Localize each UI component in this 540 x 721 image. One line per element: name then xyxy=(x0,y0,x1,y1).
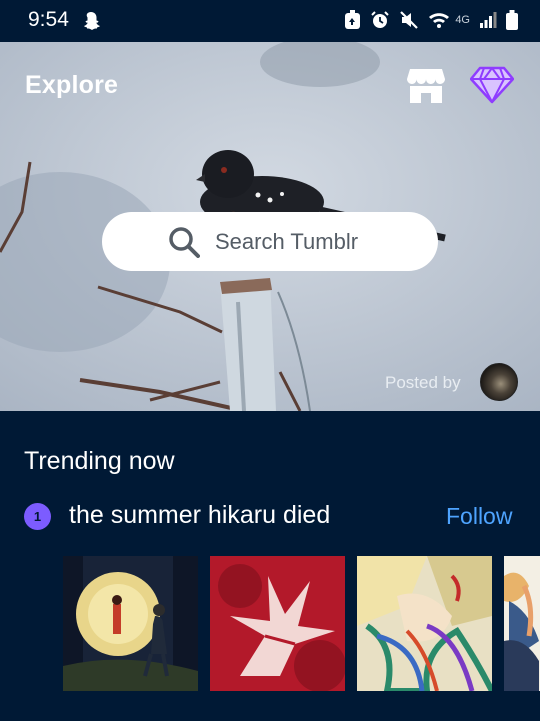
mute-icon xyxy=(400,11,419,29)
status-icons: 4G xyxy=(344,10,518,30)
forest-light-artwork xyxy=(63,556,198,691)
search-icon xyxy=(169,227,200,258)
posted-by-label: Posted by xyxy=(385,373,461,392)
colorful-portrait-artwork xyxy=(357,556,492,691)
premium-button[interactable] xyxy=(469,66,515,104)
storefront-icon xyxy=(407,69,445,103)
signal-icon xyxy=(480,12,497,28)
battery-saver-icon xyxy=(345,10,361,29)
trend-rank-badge: 1 xyxy=(24,503,51,530)
search-input[interactable]: Search Tumblr xyxy=(102,212,438,271)
status-time: 9:54 xyxy=(28,8,69,31)
trending-heading: Trending now xyxy=(24,447,175,475)
diamond-icon xyxy=(469,66,515,104)
red-hand-artwork xyxy=(210,556,345,691)
search-placeholder: Search Tumblr xyxy=(215,229,359,254)
4g-icon: 4G xyxy=(455,14,470,26)
trend-thumbnail[interactable] xyxy=(357,556,492,691)
alarm-icon xyxy=(371,11,390,28)
trend-thumbnails xyxy=(63,556,540,691)
page-title: Explore xyxy=(25,71,119,99)
trend-title[interactable]: the summer hikaru died xyxy=(69,501,330,530)
embrace-artwork xyxy=(504,556,540,691)
snapchat-ghost-icon xyxy=(84,12,100,30)
wifi-icon xyxy=(429,13,450,28)
hero-banner[interactable]: Explore Search Tumblr Posted by xyxy=(0,42,540,411)
trend-thumbnail[interactable] xyxy=(210,556,345,691)
trend-thumbnail[interactable] xyxy=(63,556,198,691)
poster-avatar[interactable] xyxy=(480,363,518,401)
shop-button[interactable] xyxy=(407,67,445,103)
follow-button[interactable]: Follow xyxy=(446,503,512,530)
status-bar: 9:54 4G xyxy=(0,0,540,42)
trend-thumbnail[interactable] xyxy=(504,556,540,691)
battery-icon xyxy=(506,10,518,30)
